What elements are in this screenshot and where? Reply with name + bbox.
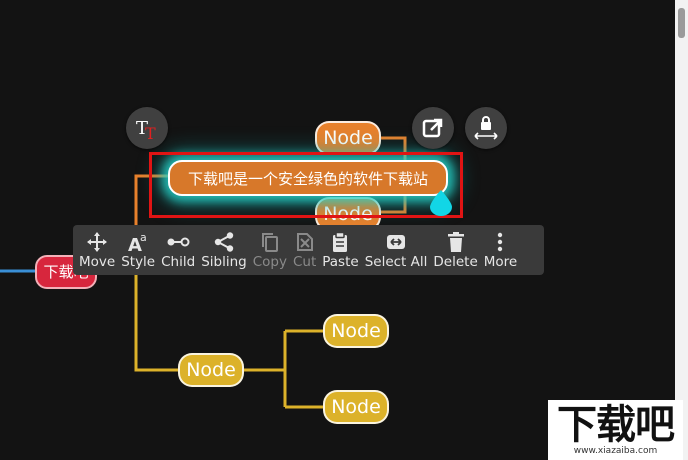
delete-icon (447, 231, 464, 252)
delete-button[interactable]: Delete (430, 225, 480, 275)
lock-width-icon (474, 116, 498, 140)
mindmap-node-orange-top[interactable]: Node (315, 121, 381, 155)
svg-text:T: T (145, 124, 156, 141)
open-node-button[interactable] (412, 107, 454, 149)
node-context-toolbar: Move A a Style Child Sibling Copy Cut Pa… (73, 225, 544, 275)
yellow-child-links (244, 329, 325, 409)
paste-label: Paste (322, 253, 359, 270)
paste-icon (333, 231, 348, 252)
cut-button[interactable]: Cut (290, 225, 319, 275)
style-icon: A a (128, 231, 147, 253)
lock-width-button[interactable] (465, 107, 507, 149)
select-all-label: Select All (364, 253, 428, 270)
select-all-button[interactable]: Select All (362, 225, 431, 275)
mindmap-node-yellow-child-1[interactable]: Node (323, 314, 389, 348)
style-label: Style (121, 253, 156, 270)
copy-icon (261, 232, 278, 252)
highlight-box (149, 152, 463, 218)
paste-button[interactable]: Paste (319, 225, 361, 275)
text-cursor-handle-icon[interactable] (430, 190, 452, 216)
mindmap-node-yellow-child-2[interactable]: Node (323, 390, 389, 424)
cut-label: Cut (292, 253, 317, 270)
more-label: More (483, 253, 518, 270)
delete-label: Delete (433, 253, 478, 270)
move-label: Move (79, 253, 116, 270)
svg-text:a: a (140, 231, 147, 244)
watermark-url: www.xiazaiba.com (573, 445, 658, 456)
text-format-icon: T T (136, 118, 156, 141)
yellow-branch-line (134, 275, 180, 372)
mindmap-node-yellow[interactable]: Node (178, 353, 244, 387)
cut-icon (296, 232, 313, 251)
select-all-icon (387, 234, 406, 249)
move-icon (87, 231, 108, 252)
sibling-icon (214, 232, 234, 252)
open-external-icon (422, 118, 443, 138)
text-format-button[interactable]: T T (126, 107, 168, 149)
style-button[interactable]: A a Style (118, 225, 158, 275)
more-button[interactable]: More (481, 225, 520, 275)
child-icon (167, 237, 190, 247)
sibling-label: Sibling (201, 253, 247, 270)
sibling-button[interactable]: Sibling (198, 225, 250, 275)
watermark-title: 下载吧 (557, 401, 675, 448)
child-button[interactable]: Child (158, 225, 198, 275)
more-vertical-icon (498, 232, 503, 251)
child-label: Child (161, 253, 196, 270)
move-button[interactable]: Move (76, 225, 118, 275)
watermark-logo: 下载吧 www.xiazaiba.com (548, 400, 683, 460)
copy-button[interactable]: Copy (250, 225, 290, 275)
copy-label: Copy (252, 253, 287, 270)
